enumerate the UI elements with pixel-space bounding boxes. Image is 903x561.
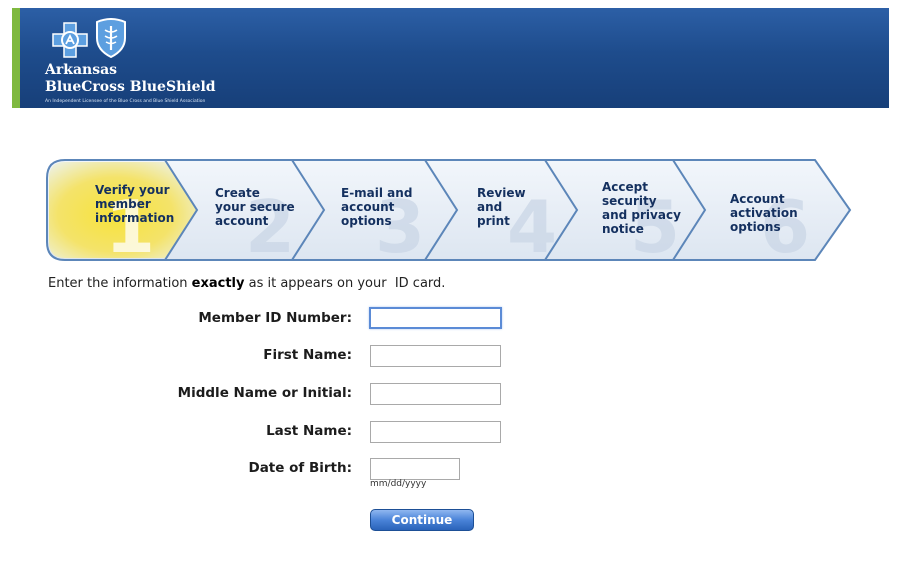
date-of-birth-label: Date of Birth: <box>248 460 352 476</box>
step-6-label: Account activation options <box>730 192 798 234</box>
instructions-before: Enter the information <box>48 276 192 291</box>
step-5-label: Accept security and privacy notice <box>602 180 681 236</box>
step-4-label: Review and print <box>477 186 526 228</box>
first-name-label: First Name: <box>263 347 352 363</box>
step-1-label: Verify your member information <box>95 183 175 225</box>
continue-button[interactable]: Continue <box>370 509 474 531</box>
middle-name-input[interactable] <box>370 383 501 405</box>
blue-cross-logo-icon <box>52 22 88 58</box>
member-id-label: Member ID Number: <box>198 310 352 326</box>
site-header: Arkansas BlueCross BlueShield An Indepen… <box>12 8 889 108</box>
last-name-input[interactable] <box>370 421 501 443</box>
instructions-after: as it appears on your ID card. <box>244 276 446 291</box>
last-name-label: Last Name: <box>266 423 352 439</box>
instructions-emphasis: exactly <box>191 276 245 291</box>
accent-bar <box>12 8 20 108</box>
middle-name-label: Middle Name or Initial: <box>177 385 352 401</box>
member-id-input[interactable] <box>369 307 502 329</box>
brand-name-state: Arkansas <box>45 62 118 78</box>
step-3-label: E-mail and account options <box>341 186 413 228</box>
blue-shield-logo-icon <box>96 18 126 58</box>
brand-name: BlueCross BlueShield <box>45 79 216 95</box>
step-2-label: Create your secure account <box>215 186 295 228</box>
first-name-input[interactable] <box>370 345 501 367</box>
brand-tagline: An Independent Licensee of the Blue Cros… <box>45 99 206 104</box>
date-format-hint: mm/dd/yyyy <box>370 479 427 489</box>
date-of-birth-input[interactable] <box>370 458 460 480</box>
registration-progress-steps: 1 2 3 4 5 6 Verify your member informati… <box>45 156 855 264</box>
instructions-text: Enter the information exactly as it appe… <box>48 276 445 291</box>
